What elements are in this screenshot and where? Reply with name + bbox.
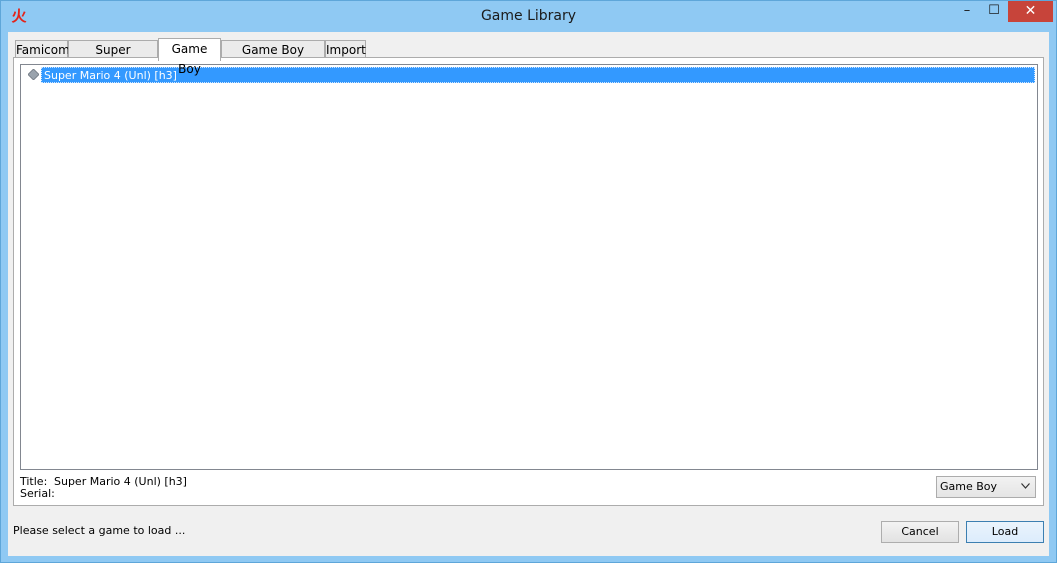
dialog-body: Famicom Super Famicom Game Boy Game Boy … bbox=[8, 32, 1049, 556]
status-text: Please select a game to load ... bbox=[13, 524, 186, 537]
list-item[interactable]: Super Mario 4 (Unl) [h3] bbox=[23, 67, 1035, 83]
system-select[interactable]: Game Boy bbox=[936, 476, 1036, 498]
close-button[interactable]: ✕ bbox=[1008, 1, 1053, 22]
tab-game-boy[interactable]: Game Boy bbox=[158, 38, 221, 76]
window-title: Game Library bbox=[480, 8, 577, 24]
cartridge-icon bbox=[28, 69, 39, 80]
chevron-down-icon bbox=[1018, 478, 1032, 496]
system-select-value: Game Boy bbox=[940, 480, 998, 493]
load-button[interactable]: Load bbox=[966, 521, 1044, 543]
serial-label: Serial: bbox=[20, 487, 55, 500]
game-list[interactable]: Super Mario 4 (Unl) [h3] bbox=[20, 64, 1038, 470]
cancel-button[interactable]: Cancel bbox=[881, 521, 959, 543]
title-value: Super Mario 4 (Unl) [h3] bbox=[54, 475, 187, 488]
minimize-button[interactable]: – bbox=[953, 1, 981, 22]
maximize-button[interactable]: ☐ bbox=[980, 1, 1008, 22]
title-bar[interactable]: 火 Game Library – ☐ ✕ bbox=[1, 1, 1056, 32]
game-boy-panel: Super Mario 4 (Unl) [h3] Title: Super Ma… bbox=[13, 57, 1044, 506]
game-library-window: 火 Game Library – ☐ ✕ Famicom Super Famic… bbox=[0, 0, 1057, 563]
